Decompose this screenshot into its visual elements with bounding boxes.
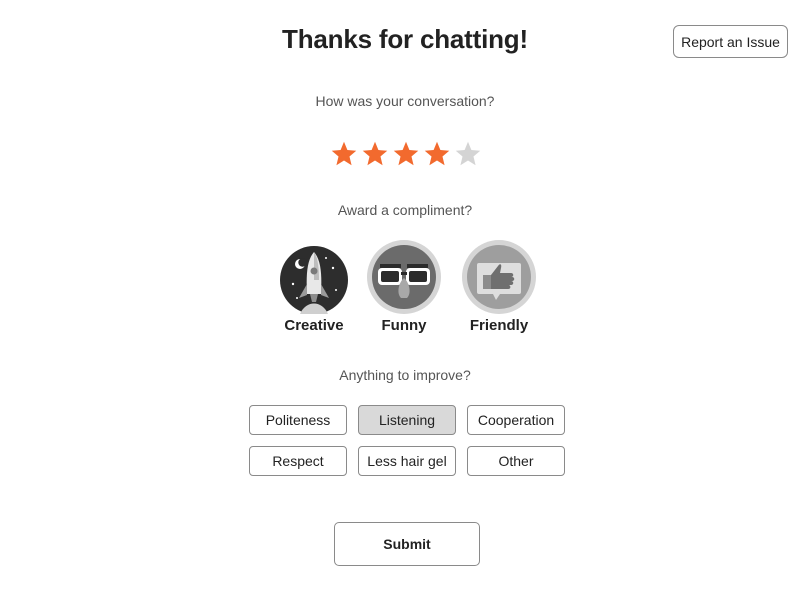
compliment-label: Friendly xyxy=(469,317,529,334)
star-icon[interactable] xyxy=(454,140,485,170)
improve-option-cooperation[interactable]: Cooperation xyxy=(467,405,565,435)
submit-button[interactable]: Submit xyxy=(334,522,480,566)
report-issue-button[interactable]: Report an Issue xyxy=(673,25,788,58)
compliment-label: Funny xyxy=(381,317,427,334)
star-rating xyxy=(330,140,485,170)
star-icon[interactable] xyxy=(423,140,454,170)
thumbs-up-icon xyxy=(462,240,536,314)
improve-option-other[interactable]: Other xyxy=(467,446,565,476)
improve-prompt: Anything to improve? xyxy=(339,367,471,383)
improve-option-listening[interactable]: Listening xyxy=(358,405,456,435)
improve-option-less-hair-gel[interactable]: Less hair gel xyxy=(358,446,456,476)
compliment-label: Creative xyxy=(284,317,344,334)
star-icon[interactable] xyxy=(330,140,361,170)
rating-prompt: How was your conversation? xyxy=(315,93,495,109)
compliment-badges: Creative Funny Friendly xyxy=(278,238,544,338)
star-icon[interactable] xyxy=(361,140,392,170)
compliment-funny[interactable]: Funny xyxy=(359,238,449,334)
star-icon[interactable] xyxy=(392,140,423,170)
improve-option-respect[interactable]: Respect xyxy=(249,446,347,476)
rocket-icon xyxy=(280,246,348,314)
compliment-creative[interactable]: Creative xyxy=(269,238,359,334)
compliment-friendly[interactable]: Friendly xyxy=(454,238,544,334)
compliment-prompt: Award a compliment? xyxy=(337,202,473,218)
disguise-glasses-icon xyxy=(367,240,441,314)
improve-option-politeness[interactable]: Politeness xyxy=(249,405,347,435)
